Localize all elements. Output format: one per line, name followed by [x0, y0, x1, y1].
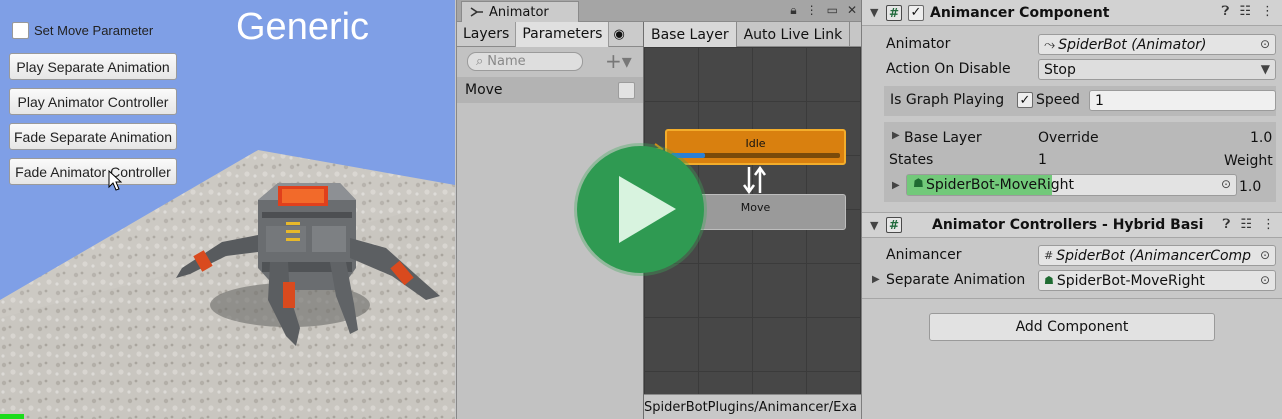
separate-animation-object-field[interactable]: ☗ SpiderBot-MoveRight ⊙ — [1038, 270, 1276, 291]
script-icon: # — [886, 217, 902, 233]
settings-sliders-icon[interactable]: ☷ — [1240, 217, 1252, 232]
chevron-right-icon[interactable]: ▶ — [892, 130, 900, 141]
settings-sliders-icon[interactable]: ☷ — [1239, 4, 1251, 19]
fade-animator-controller-button[interactable]: Fade Animator Controller — [9, 158, 177, 185]
parameter-search-input[interactable]: ⌕ Name — [467, 51, 583, 71]
base-layer-weight: 1.0 — [1250, 130, 1273, 146]
search-placeholder: Name — [487, 53, 526, 69]
demo-title: Generic — [236, 6, 370, 48]
state-node-label: Idle — [745, 137, 766, 150]
animancer-field-label: Animancer — [886, 247, 962, 263]
add-component-button[interactable]: Add Component — [929, 313, 1215, 341]
game-view: Generic Set Move Parameter Play Separate… — [0, 0, 455, 419]
object-picker-icon[interactable]: ⊙ — [1260, 248, 1270, 262]
animator-tabbar: Animator 🔒︎ ⋮ ▭ ✕ — [457, 0, 861, 22]
separate-animation-label: Separate Animation — [886, 272, 1026, 288]
chevron-down-icon[interactable]: ▼ — [870, 219, 880, 232]
more-icon[interactable]: ⋮ — [1261, 4, 1274, 19]
asset-path: SpiderBotPlugins/Animancer/Exa — [644, 394, 861, 419]
set-move-parameter-label: Set Move Parameter — [34, 23, 154, 38]
chevron-down-icon: ▼ — [1260, 62, 1270, 76]
play-video-button[interactable] — [577, 146, 704, 273]
parameter-name: Move — [465, 82, 503, 98]
chevron-down-icon[interactable]: ▼ — [870, 6, 880, 19]
play-icon — [619, 176, 676, 243]
action-on-disable-dropdown[interactable]: Stop ▼ — [1038, 59, 1276, 80]
states-label: States — [889, 152, 934, 168]
help-icon[interactable]: ❓︎ — [1223, 217, 1231, 232]
animancer-object-field[interactable]: # SpiderBot (AnimancerComp ⊙ — [1038, 245, 1276, 266]
action-on-disable-label: Action On Disable — [886, 61, 1011, 77]
tab-parameters[interactable]: Parameters — [516, 21, 610, 47]
chevron-right-icon[interactable]: ▶ — [872, 274, 880, 285]
animator-icon: ⤳ — [1044, 36, 1056, 53]
state-row-spiderbot-moveright[interactable]: ☗ SpiderBot-MoveRight ⊙ — [906, 174, 1237, 196]
inspector-panel: ▼ # ✓ Animancer Component ❓︎ ☷ ⋮ Animato… — [861, 0, 1282, 419]
animator-tab[interactable]: Animator — [461, 1, 579, 22]
tab-layers[interactable]: Layers — [457, 21, 517, 47]
script-icon: # — [886, 4, 902, 21]
speed-label: Speed — [1036, 92, 1080, 108]
animancer-component-header[interactable]: ▼ # ✓ Animancer Component ❓︎ ☷ ⋮ — [862, 0, 1282, 26]
component-title: Animator Controllers - Hybrid Basi — [932, 217, 1204, 233]
state-weight: 1.0 — [1239, 179, 1262, 195]
status-indicator — [0, 414, 24, 419]
set-move-parameter-checkbox[interactable] — [12, 22, 29, 39]
breadcrumb-base-layer[interactable]: Base Layer — [644, 22, 737, 47]
animation-clip-icon: ☗ — [913, 176, 924, 190]
search-icon: ⌕ — [476, 53, 484, 69]
close-icon[interactable]: ✕ — [847, 3, 857, 18]
base-layer-mode: Override — [1038, 130, 1099, 146]
more-icon[interactable]: ⋮ — [1262, 217, 1275, 232]
component-enabled-checkbox[interactable]: ✓ — [908, 4, 924, 21]
transition-arrows-icon[interactable] — [740, 165, 770, 195]
animation-clip-icon: ☗ — [1044, 274, 1054, 287]
parameter-row-move[interactable]: Move — [457, 77, 643, 103]
object-picker-icon[interactable]: ⊙ — [1260, 37, 1270, 51]
is-graph-playing-label: Is Graph Playing — [890, 92, 1005, 108]
component-title: Animancer Component — [930, 4, 1110, 21]
object-picker-icon[interactable]: ⊙ — [1221, 177, 1231, 191]
script-icon: # — [1044, 249, 1054, 262]
more-icon[interactable]: ⋮ — [806, 3, 818, 18]
base-layer-label: Base Layer — [904, 130, 982, 146]
lock-icon[interactable]: 🔒︎ — [790, 3, 796, 18]
eye-icon[interactable]: ◉ — [609, 27, 628, 42]
auto-live-link-button[interactable]: Auto Live Link — [737, 22, 851, 47]
speed-input[interactable]: 1 — [1089, 90, 1276, 111]
set-move-parameter-toggle[interactable]: Set Move Parameter — [12, 22, 153, 39]
add-parameter-icon[interactable]: +▾ — [605, 49, 632, 73]
animator-icon — [470, 7, 483, 17]
fade-separate-animation-button[interactable]: Fade Separate Animation — [9, 123, 177, 150]
play-animator-controller-button[interactable]: Play Animator Controller — [9, 88, 177, 115]
play-separate-animation-button[interactable]: Play Separate Animation — [9, 53, 177, 80]
controllers-component-header[interactable]: ▼ # Animator Controllers - Hybrid Basi ❓… — [862, 212, 1282, 238]
is-graph-playing-checkbox[interactable]: ✓ — [1017, 92, 1033, 108]
divider — [862, 298, 1282, 299]
weight-header: Weight — [1224, 153, 1273, 169]
state-node-label: Move — [740, 201, 771, 214]
help-icon[interactable]: ❓︎ — [1222, 4, 1230, 19]
maximize-icon[interactable]: ▭ — [827, 3, 838, 18]
chevron-right-icon[interactable]: ▶ — [892, 180, 900, 191]
animator-tab-label: Animator — [489, 4, 549, 20]
state-name: SpiderBot-MoveRight — [926, 177, 1075, 193]
parameter-bool-checkbox[interactable] — [618, 81, 635, 99]
animator-object-field[interactable]: ⤳ SpiderBot (Animator) ⊙ — [1038, 34, 1276, 55]
states-count: 1 — [1038, 152, 1047, 168]
object-picker-icon[interactable]: ⊙ — [1260, 273, 1270, 287]
animator-field-label: Animator — [886, 36, 951, 52]
mouse-cursor-icon — [108, 170, 122, 191]
